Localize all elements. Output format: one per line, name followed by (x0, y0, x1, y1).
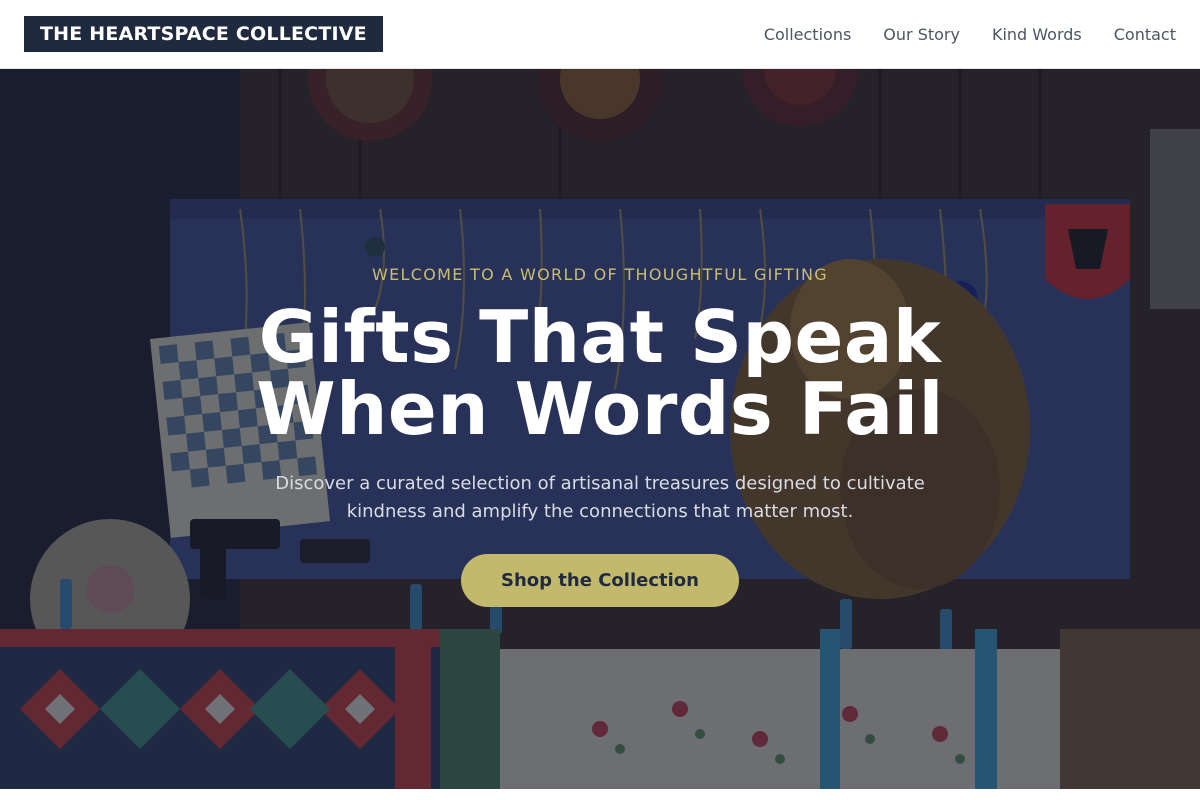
hero-headline: Gifts That Speak When Words Fail (150, 301, 1050, 445)
nav-link-collections[interactable]: Collections (764, 25, 851, 44)
hero-content: WELCOME TO A WORLD OF THOUGHTFUL GIFTING… (0, 69, 1200, 789)
hero-section: WELCOME TO A WORLD OF THOUGHTFUL GIFTING… (0, 69, 1200, 789)
nav-link-contact[interactable]: Contact (1114, 25, 1176, 44)
hero-subheading: Discover a curated selection of artisana… (275, 473, 925, 522)
hero-headline-line-2: When Words Fail (256, 367, 944, 451)
hero-eyebrow: WELCOME TO A WORLD OF THOUGHTFUL GIFTING (372, 265, 828, 284)
nav-link-our-story[interactable]: Our Story (883, 25, 960, 44)
site-header: THE HEARTSPACE COLLECTIVE Collections Ou… (0, 0, 1200, 69)
nav-link-kind-words[interactable]: Kind Words (992, 25, 1082, 44)
main-nav: Collections Our Story Kind Words Contact (764, 25, 1176, 44)
page-bottom-strip (0, 789, 1200, 800)
brand-logo[interactable]: THE HEARTSPACE COLLECTIVE (24, 16, 383, 52)
shop-collection-button[interactable]: Shop the Collection (461, 554, 739, 607)
